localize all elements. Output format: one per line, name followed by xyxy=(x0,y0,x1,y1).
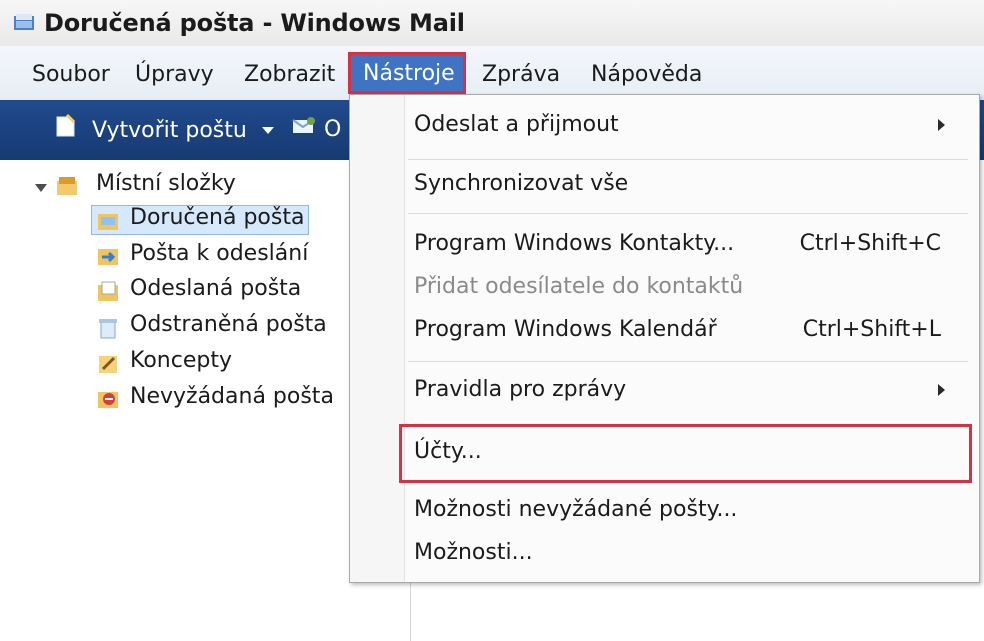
deleted-folder-icon xyxy=(99,319,117,339)
toolbar-partial-label[interactable]: O xyxy=(324,117,341,142)
create-mail-dropdown-arrow[interactable] xyxy=(262,127,274,134)
menu-separator xyxy=(408,361,968,362)
menu-zobrazit[interactable]: Zobrazit xyxy=(240,62,339,87)
menu-napoveda[interactable]: Nápověda xyxy=(587,62,706,87)
new-mail-icon xyxy=(56,113,76,137)
accounts-highlight-box xyxy=(399,424,972,483)
sent-folder-icon xyxy=(98,281,118,301)
calendar-shortcut: Ctrl+Shift+L xyxy=(802,317,941,342)
menu-upravy[interactable]: Úpravy xyxy=(131,62,218,87)
menu-bar: Soubor Úpravy Zobrazit Zpráva Nápověda xyxy=(0,46,984,101)
submenu-arrow-icon xyxy=(938,119,945,131)
folder-deleted[interactable]: Odstraněná pošta xyxy=(130,312,327,337)
tools-menu-dropdown: Odeslat a přijmout Synchronizovat vše Pr… xyxy=(349,94,980,583)
menu-options[interactable]: Možnosti... xyxy=(414,540,533,565)
menu-add-sender-contacts: Přidat odesílatele do kontaktů xyxy=(414,274,744,299)
window-titlebar: Doručená pošta - Windows Mail xyxy=(0,0,984,47)
folder-junk[interactable]: Nevyžádaná pošta xyxy=(130,384,334,409)
menu-nastroje-label: Nástroje xyxy=(363,61,455,86)
menu-windows-contacts[interactable]: Program Windows Kontakty... xyxy=(414,231,734,256)
menu-separator xyxy=(408,159,968,160)
folder-drafts[interactable]: Koncepty xyxy=(130,348,232,373)
folder-sent[interactable]: Odeslaná pošta xyxy=(130,276,301,301)
outbox-folder-icon xyxy=(98,249,118,265)
drafts-folder-icon xyxy=(99,356,117,373)
contacts-shortcut: Ctrl+Shift+C xyxy=(799,231,941,256)
local-folders-icon xyxy=(57,177,77,195)
menu-icon-gutter xyxy=(350,95,405,582)
windows-mail-icon xyxy=(14,14,34,30)
local-folders-label[interactable]: Místní složky xyxy=(96,171,236,196)
create-mail-button[interactable]: Vytvořit poštu xyxy=(92,118,247,143)
menu-send-receive[interactable]: Odeslat a přijmout xyxy=(414,112,619,137)
folder-inbox[interactable]: Doručená pošta xyxy=(130,205,304,230)
menu-windows-calendar[interactable]: Program Windows Kalendář xyxy=(414,317,717,342)
menu-junk-mail-options[interactable]: Možnosti nevyžádané pošty... xyxy=(414,497,737,522)
folder-outbox[interactable]: Pošta k odeslání xyxy=(130,241,308,266)
menu-nastroje[interactable]: Nástroje xyxy=(348,52,466,94)
menu-soubor[interactable]: Soubor xyxy=(28,62,114,87)
menu-separator xyxy=(408,213,968,214)
menu-message-rules[interactable]: Pravidla pro zprávy xyxy=(414,377,626,402)
submenu-arrow-icon xyxy=(938,384,945,396)
menu-sync-all[interactable]: Synchronizovat vše xyxy=(414,171,628,196)
inbox-folder-icon xyxy=(98,214,118,230)
junk-folder-icon xyxy=(98,392,118,408)
window-title: Doručená pošta - Windows Mail xyxy=(44,9,465,37)
menu-zprava[interactable]: Zpráva xyxy=(478,62,564,87)
send-receive-icon xyxy=(292,117,315,133)
tree-collapse-icon[interactable] xyxy=(35,184,47,192)
